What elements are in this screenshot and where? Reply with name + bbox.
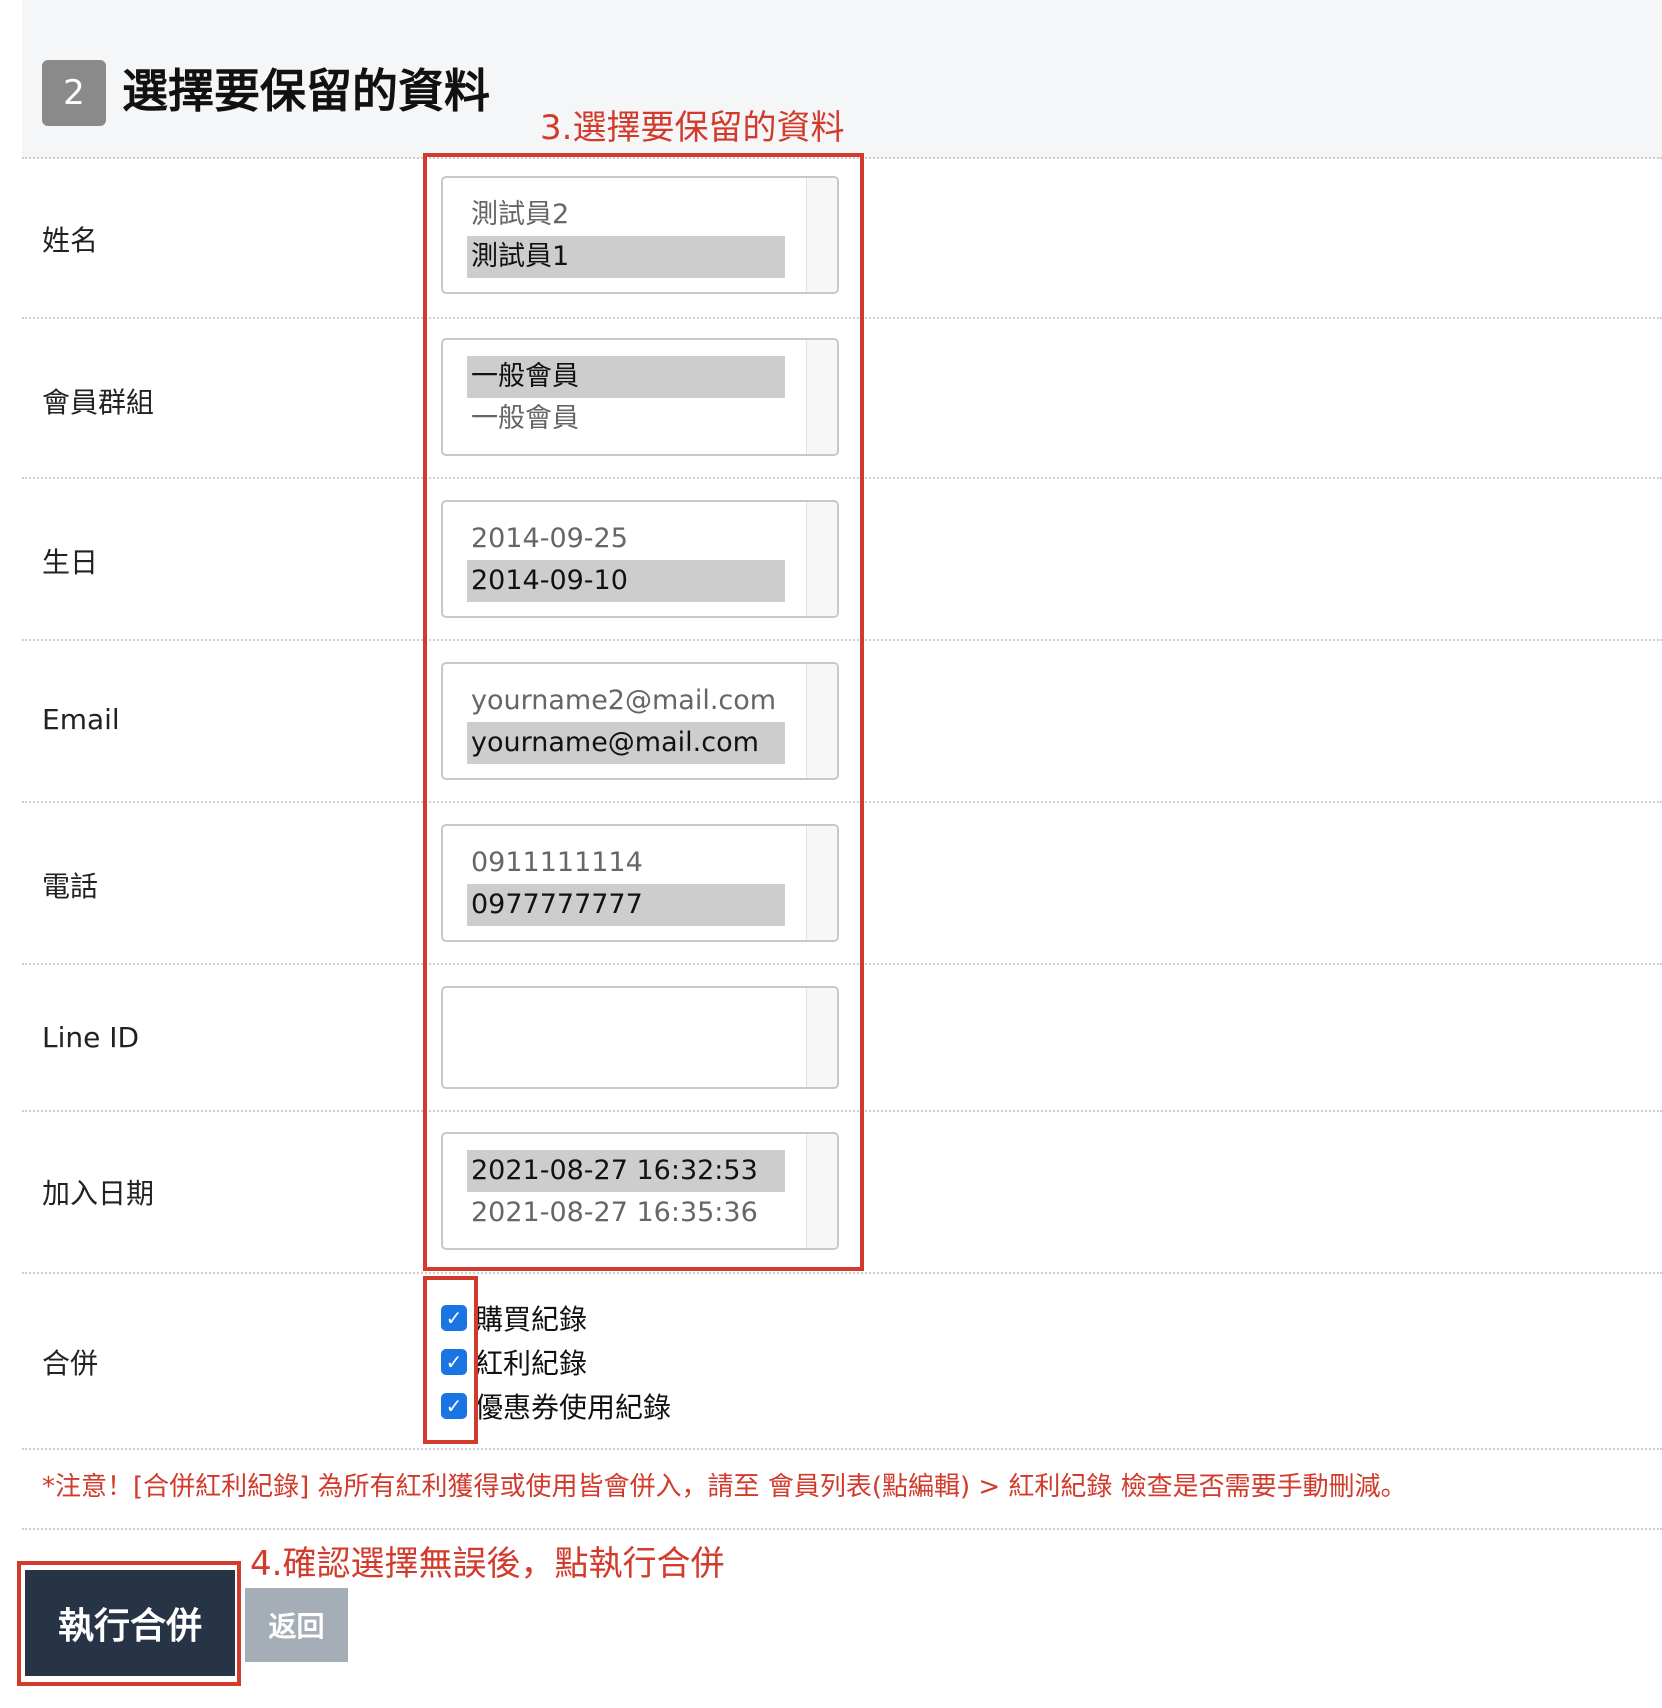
annotation-step4: 4.確認選擇無誤後，點執行合併 bbox=[250, 1544, 725, 1584]
checkbox-label-coupon: 優惠券使用紀錄 bbox=[475, 1391, 672, 1424]
step-badge: 2 bbox=[42, 60, 106, 126]
field-label-phone: 電話 bbox=[42, 870, 99, 903]
annotation-step3: 3.選擇要保留的資料 bbox=[540, 108, 845, 148]
highlight-frame-selects bbox=[423, 153, 864, 1271]
checkbox-label-bonus: 紅利紀錄 bbox=[475, 1347, 588, 1380]
highlight-frame-checkboxes bbox=[423, 1276, 478, 1444]
merge-member-page: 2 選擇要保留的資料 3.選擇要保留的資料 姓名 測試員2 測試員1 會員群組 … bbox=[0, 0, 1662, 1708]
field-label-joindate: 加入日期 bbox=[42, 1177, 155, 1210]
field-label-merge: 合併 bbox=[42, 1347, 99, 1380]
notice-row bbox=[22, 1448, 1662, 1530]
checkbox-label-purchase: 購買紀錄 bbox=[475, 1303, 588, 1336]
field-label-lineid: Line ID bbox=[42, 1021, 140, 1054]
field-label-group: 會員群組 bbox=[42, 386, 155, 419]
field-row-merge: 合併 bbox=[22, 1274, 1662, 1450]
back-button[interactable]: 返回 bbox=[245, 1588, 348, 1662]
section-title: 選擇要保留的資料 bbox=[122, 64, 490, 118]
field-label-email: Email bbox=[42, 703, 120, 736]
field-label-name: 姓名 bbox=[42, 224, 99, 257]
highlight-frame-execute bbox=[17, 1561, 241, 1686]
field-label-birthday: 生日 bbox=[42, 546, 99, 579]
